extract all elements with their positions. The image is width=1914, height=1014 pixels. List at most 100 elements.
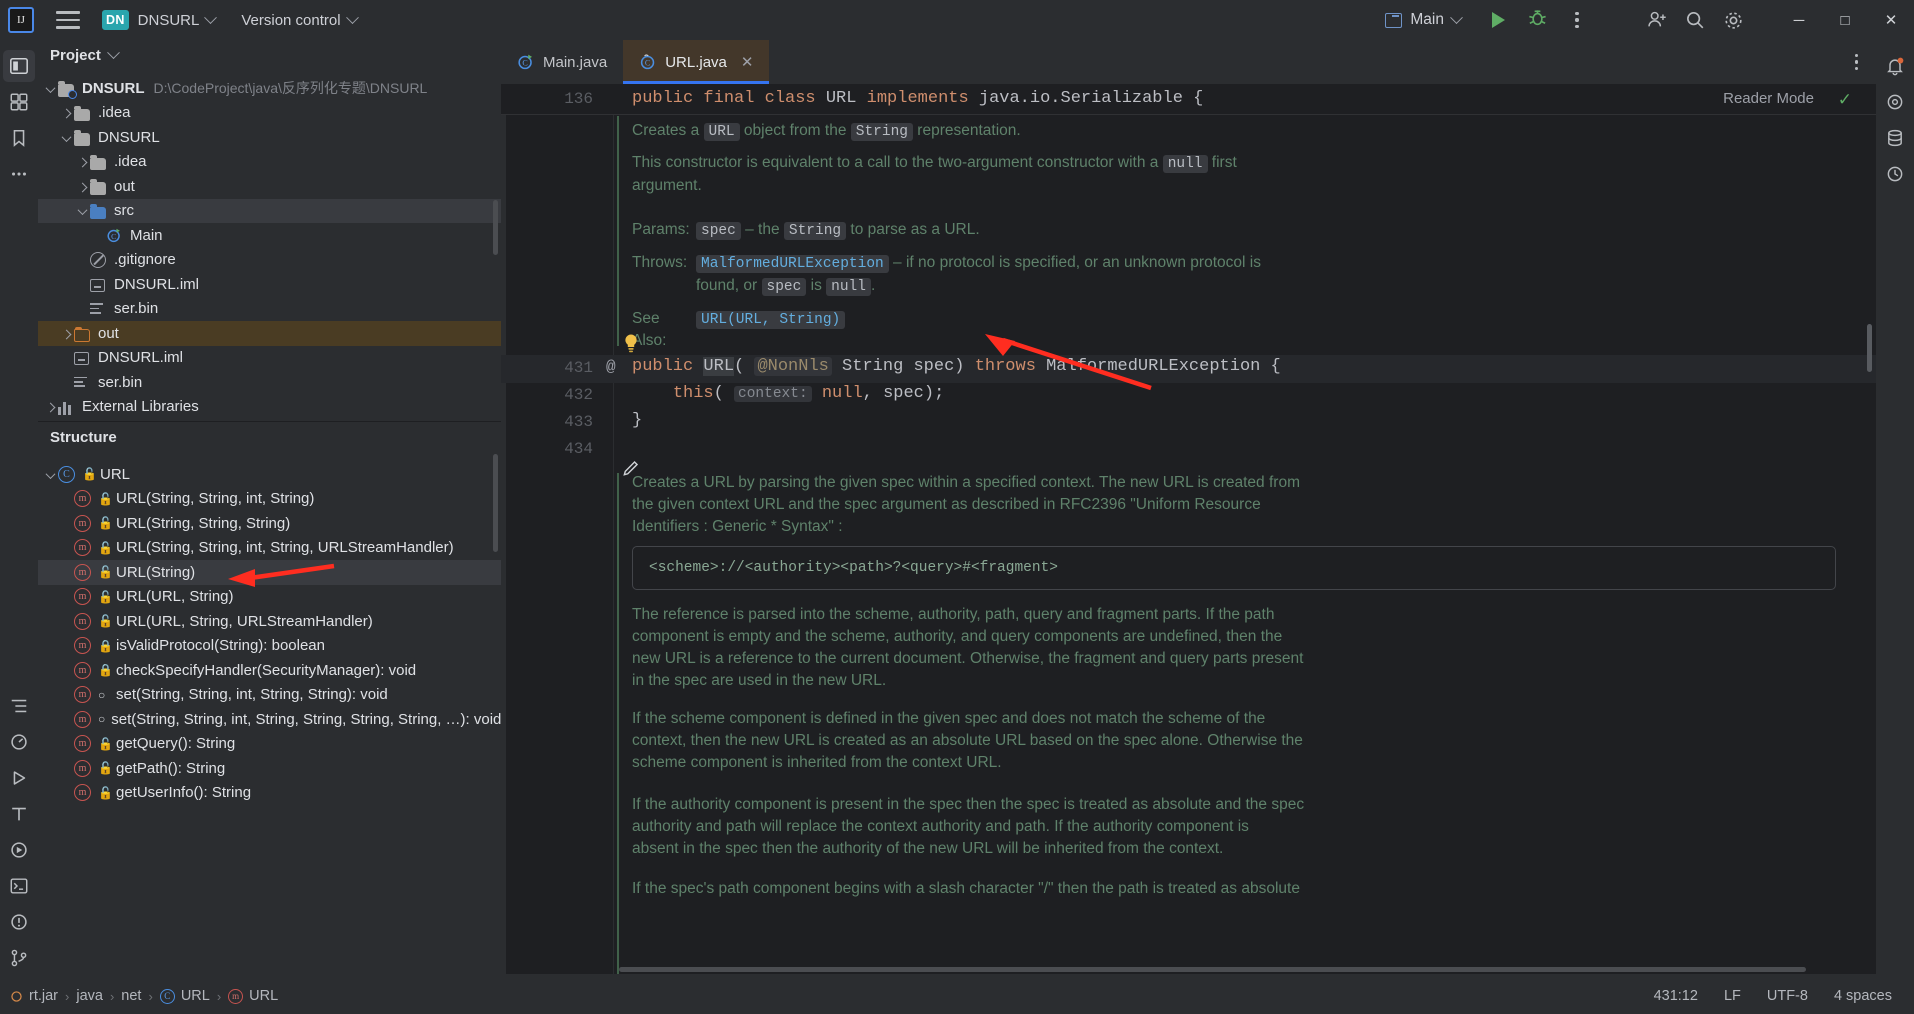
breadcrumb-item-url[interactable]: m URL: [228, 988, 278, 1004]
structure-item[interactable]: m ○ set(String, String, int, String, Strin…: [38, 707, 501, 732]
structure-item[interactable]: m 🔒 checkSpecifyHandler(SecurityManager): …: [38, 658, 501, 683]
git-branch-icon: [11, 949, 27, 967]
collapse-toggle[interactable]: [42, 466, 58, 483]
code-line-432[interactable]: this( context: null, spec);: [632, 384, 944, 403]
expand-toggle[interactable]: [58, 325, 74, 342]
caret-position[interactable]: 431:12: [1654, 988, 1698, 1004]
editor-options-button[interactable]: [1854, 40, 1858, 84]
version-control-dropdown[interactable]: Version control: [241, 10, 359, 29]
file-encoding[interactable]: UTF-8: [1767, 988, 1808, 1004]
exception-link[interactable]: MalformedURLException: [696, 255, 889, 273]
hamburger-menu-icon[interactable]: [56, 11, 80, 29]
inspection-status-icon[interactable]: ✓: [1838, 90, 1852, 110]
editor-vertical-scrollbar[interactable]: [1867, 324, 1872, 372]
annotation-gutter-marker[interactable]: @: [606, 358, 616, 376]
project-tree-item-src[interactable]: src: [38, 198, 501, 223]
close-button[interactable]: ✕: [1868, 0, 1914, 40]
project-tree-item-dnsurl[interactable]: DNSURL: [38, 125, 501, 150]
structure-item[interactable]: m 🔓 getQuery(): String: [38, 732, 501, 757]
collapse-toggle[interactable]: [74, 202, 90, 219]
structure-item[interactable]: m 🔓 URL(URL, String): [38, 585, 501, 610]
structure-item[interactable]: m 🔓 URL(URL, String, URLStreamHandler): [38, 609, 501, 634]
bookmarks-tool-button[interactable]: [3, 122, 35, 154]
structure-scrollbar[interactable]: [493, 454, 498, 552]
project-tool-button[interactable]: [3, 50, 35, 82]
problems-tool-button[interactable]: [3, 906, 35, 938]
expand-toggle[interactable]: [74, 153, 90, 170]
search-button[interactable]: [1678, 3, 1712, 37]
history-button[interactable]: [1879, 158, 1911, 190]
editor-horizontal-scrollbar[interactable]: [619, 967, 1806, 972]
project-scrollbar[interactable]: [493, 200, 498, 255]
collapse-toggle[interactable]: [42, 80, 58, 97]
project-tree-item-externallibraries[interactable]: External Libraries: [38, 395, 501, 420]
commit-tool-button[interactable]: [3, 86, 35, 118]
project-tree-item-dnsurliml[interactable]: DNSURL.iml: [38, 346, 501, 371]
collapse-toggle[interactable]: [58, 129, 74, 146]
project-tree-item-dnsurliml[interactable]: DNSURL.iml: [38, 272, 501, 297]
structure-tool-button[interactable]: [3, 690, 35, 722]
run-button[interactable]: [1486, 8, 1511, 32]
breadcrumb-item-net[interactable]: net: [121, 988, 141, 1004]
project-tree-item-main[interactable]: C Main: [38, 223, 501, 248]
profiler-tool-button[interactable]: [3, 726, 35, 758]
terminal-tool-button[interactable]: [3, 870, 35, 902]
minimize-button[interactable]: ─: [1776, 0, 1822, 40]
ai-assistant-button[interactable]: [1879, 86, 1911, 118]
breadcrumb-item-java[interactable]: java: [76, 988, 103, 1004]
expand-toggle[interactable]: [58, 104, 74, 121]
typescript-tool-button[interactable]: [3, 798, 35, 830]
structure-item-label: URL(String, String, int, String, URLStre…: [116, 539, 454, 557]
more-actions-button[interactable]: [1566, 11, 1588, 29]
structure-item[interactable]: m 🔓 URL(String, String, String): [38, 511, 501, 536]
reader-mode-label[interactable]: Reader Mode: [1723, 90, 1814, 107]
seealso-link[interactable]: URL(URL, String): [696, 311, 846, 329]
structure-item[interactable]: m 🔓 getPath(): String: [38, 756, 501, 781]
project-tree-item-out[interactable]: out: [38, 321, 501, 346]
settings-button[interactable]: [1716, 3, 1750, 37]
close-icon[interactable]: ✕: [741, 53, 754, 71]
project-tree-item-idea[interactable]: .idea: [38, 150, 501, 175]
structure-item[interactable]: C 🔓 URL: [38, 462, 501, 487]
structure-item[interactable]: m 🔓 URL(String, String, int, String): [38, 487, 501, 512]
run-tool-button[interactable]: [3, 762, 35, 794]
indent-setting[interactable]: 4 spaces: [1834, 988, 1892, 1004]
code-line-431[interactable]: public URL( @NonNls String spec) throws …: [632, 357, 1281, 376]
expand-toggle[interactable]: [74, 178, 90, 195]
structure-item[interactable]: m ○ set(String, String, int, String, Strin…: [38, 683, 501, 708]
project-tree[interactable]: DNSURL D:\CodeProject\java\反序列化专题\DNSURL.…: [38, 70, 501, 419]
structure-item[interactable]: m 🔒 isValidProtocol(String): boolean: [38, 634, 501, 659]
breadcrumb[interactable]: rt.jar › java › net › C URL › m URL: [10, 988, 278, 1004]
editor-tab-url-java[interactable]: C URL.java ✕: [623, 40, 770, 84]
maximize-button[interactable]: □: [1822, 0, 1868, 40]
code-view[interactable]: 136 public final class URL implements ja…: [501, 84, 1876, 974]
chevron-down-icon[interactable]: [106, 45, 120, 59]
structure-tree[interactable]: C 🔓 URL m 🔓 URL(String, String, int, String) m…: [38, 452, 501, 804]
add-user-button[interactable]: [1640, 3, 1674, 37]
structure-item[interactable]: m 🔓 URL(String, String, int, String, URLSt…: [38, 536, 501, 561]
svg-text:C: C: [522, 59, 527, 68]
project-tree-item-serbin[interactable]: ser.bin: [38, 297, 501, 322]
services-tool-button[interactable]: [3, 834, 35, 866]
structure-item[interactable]: m 🔓 URL(String): [38, 560, 501, 585]
expand-toggle[interactable]: [42, 398, 58, 415]
code-line-433[interactable]: }: [632, 411, 642, 430]
database-button[interactable]: [1879, 122, 1911, 154]
run-play-icon: [1492, 12, 1505, 28]
structure-item[interactable]: m 🔓 getUserInfo(): String: [38, 781, 501, 805]
project-name-dropdown[interactable]: DNSURL: [138, 10, 218, 29]
line-separator[interactable]: LF: [1724, 988, 1741, 1004]
git-tool-button[interactable]: [3, 942, 35, 974]
project-tree-item-serbin[interactable]: ser.bin: [38, 370, 501, 395]
project-tree-item-dnsurl[interactable]: DNSURL D:\CodeProject\java\反序列化专题\DNSURL: [38, 76, 501, 101]
notifications-button[interactable]: [1879, 50, 1911, 82]
editor-tab-main-java[interactable]: C Main.java: [501, 40, 623, 84]
debug-button[interactable]: [1527, 7, 1548, 33]
project-tree-item-out[interactable]: out: [38, 174, 501, 199]
project-tree-item-gitignore[interactable]: .gitignore: [38, 248, 501, 273]
run-configuration-selector[interactable]: Main: [1378, 8, 1468, 32]
project-tree-item-idea[interactable]: .idea: [38, 101, 501, 126]
breadcrumb-item-rtjar[interactable]: rt.jar: [10, 988, 58, 1004]
breadcrumb-item-url[interactable]: C URL: [159, 988, 210, 1004]
more-tools-button[interactable]: [3, 158, 35, 190]
